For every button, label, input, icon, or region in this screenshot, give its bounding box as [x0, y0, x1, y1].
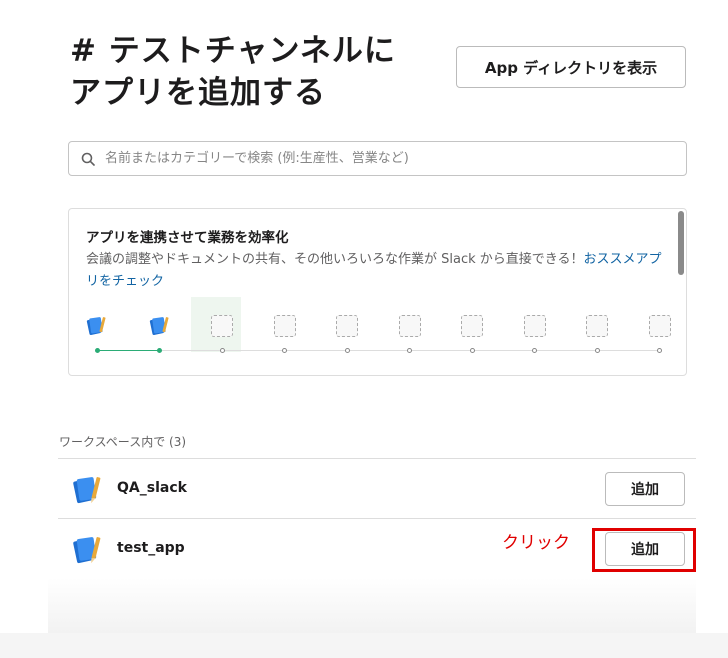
notebook-icon: [149, 315, 171, 337]
notebook-icon: [73, 477, 101, 504]
divider: [58, 458, 696, 459]
progress-track: [472, 350, 535, 351]
progress-dot: [344, 348, 350, 353]
app-directory-button[interactable]: App ディレクトリを表示: [456, 46, 686, 88]
section-label: ワークスペース内で (3): [59, 435, 187, 449]
progress-dot: [469, 348, 475, 353]
empty-app-slot: [586, 315, 608, 337]
progress-dot: [94, 348, 100, 353]
fade-overlay: [48, 578, 696, 633]
notebook-icon: [86, 315, 108, 337]
app-name: test_app: [117, 540, 185, 556]
divider: [58, 518, 696, 519]
search-box[interactable]: [68, 141, 687, 176]
progress-track: [222, 350, 285, 351]
progress-dot: [219, 348, 225, 353]
click-annotation: クリック: [502, 533, 570, 553]
progress-track: [409, 350, 472, 351]
app-slots: [69, 209, 686, 375]
list-item: QA_slack 追加: [58, 460, 696, 518]
progress-dot: [594, 348, 600, 353]
progress-dot: [407, 348, 412, 353]
progress-dot: [157, 348, 162, 353]
bottom-bar: [0, 633, 728, 658]
app-name: QA_slack: [117, 480, 187, 496]
empty-app-slot: [461, 315, 483, 337]
progress-track: [159, 350, 222, 351]
progress-track: [284, 350, 347, 351]
empty-app-slot: [336, 315, 358, 337]
progress-track: [597, 350, 660, 351]
search-input[interactable]: [105, 143, 686, 174]
empty-app-slot: [523, 315, 546, 337]
search-icon: [81, 152, 95, 166]
highlight-box: [592, 528, 696, 572]
empty-app-slot: [648, 315, 671, 337]
progress-dot: [532, 348, 537, 353]
progress-dot: [657, 348, 662, 353]
promo-card: アプリを連携させて業務を効率化 会議の調整やドキュメントの共有、その他いろいろな…: [68, 208, 687, 376]
progress-track: [534, 350, 597, 351]
add-button[interactable]: 追加: [605, 472, 685, 506]
empty-app-slot: [273, 315, 296, 337]
page-title: # テストチャンネルにアプリを追加する: [70, 33, 396, 111]
progress-dot: [282, 348, 287, 353]
progress-track: [97, 350, 160, 351]
notebook-icon: [73, 537, 101, 564]
empty-app-slot: [398, 315, 421, 337]
empty-app-slot: [211, 315, 233, 337]
progress-track: [347, 350, 410, 351]
